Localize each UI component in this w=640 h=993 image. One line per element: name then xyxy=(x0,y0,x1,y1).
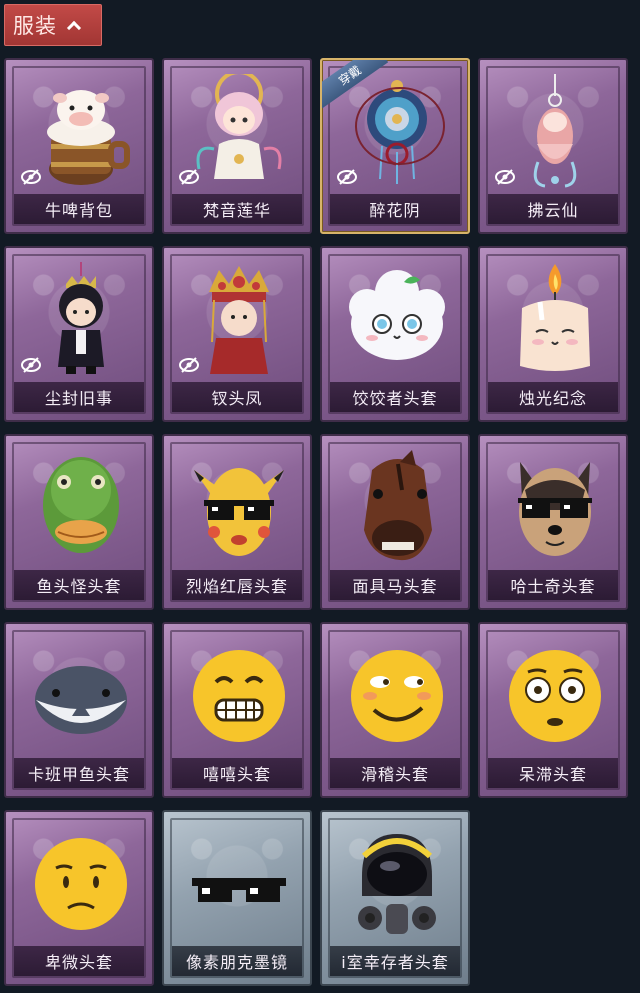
item-name: 像素朋克墨镜 xyxy=(172,946,302,976)
item-card[interactable]: 呆滞头套 xyxy=(478,622,628,798)
item-card[interactable]: 哈士奇头套 xyxy=(478,434,628,610)
smirk-emoji-head-icon xyxy=(342,638,452,756)
item-name: 哈士奇头套 xyxy=(488,570,618,600)
item-card[interactable]: 钗头凤 xyxy=(162,246,312,422)
item-card[interactable]: 穿戴 醉花阴 xyxy=(320,58,470,234)
cloud-fairy-charm-icon xyxy=(500,74,610,192)
whale-head-icon xyxy=(26,638,136,756)
item-name: 卑微头套 xyxy=(14,946,144,976)
grin-emoji-head-icon xyxy=(184,638,294,756)
flower-charm-icon xyxy=(342,74,452,192)
item-name: 尘封旧事 xyxy=(14,382,144,412)
item-name: 鱼头怪头套 xyxy=(14,570,144,600)
section-tab-outfits[interactable]: 服装 xyxy=(4,4,102,46)
section-title: 服装 xyxy=(13,14,57,38)
item-name: 牛啤背包 xyxy=(14,194,144,224)
dark-prince-doll-icon xyxy=(26,262,136,380)
stare-emoji-head-icon xyxy=(500,638,610,756)
item-name: 面具马头套 xyxy=(330,570,460,600)
yellow-mouse-head-icon xyxy=(184,450,294,568)
gas-mask-helmet-icon xyxy=(342,826,452,944)
pixel-sunglasses-icon xyxy=(184,826,294,944)
eye-hidden-icon[interactable] xyxy=(494,166,516,188)
phoenix-crown-doll-icon xyxy=(184,262,294,380)
lotus-character-icon xyxy=(184,70,294,192)
item-name: 饺饺者头套 xyxy=(330,382,460,412)
item-card[interactable]: 卑微头套 xyxy=(4,810,154,986)
item-name: 烈焰红唇头套 xyxy=(172,570,302,600)
item-name: 呆滞头套 xyxy=(488,758,618,788)
item-card[interactable]: i室幸存者头套 xyxy=(320,810,470,986)
eye-hidden-icon[interactable] xyxy=(178,166,200,188)
item-card[interactable]: 像素朋克墨镜 xyxy=(162,810,312,986)
item-name: i室幸存者头套 xyxy=(330,946,460,976)
item-name: 滑稽头套 xyxy=(330,758,460,788)
item-name: 拂云仙 xyxy=(488,194,618,224)
item-name: 烛光纪念 xyxy=(488,382,618,412)
candle-head-icon xyxy=(500,262,610,380)
dumpling-head-icon xyxy=(342,262,452,380)
eye-hidden-icon[interactable] xyxy=(20,354,42,376)
item-name: 钗头凤 xyxy=(172,382,302,412)
item-card[interactable]: 尘封旧事 xyxy=(4,246,154,422)
item-grid: 牛啤背包 梵音莲华 穿戴 醉花阴 拂云仙尘封旧事 钗头凤 饺饺者头套 烛光纪念鱼头怪头套 烈焰红… xyxy=(4,58,628,988)
item-card[interactable]: 烈焰红唇头套 xyxy=(162,434,312,610)
item-card[interactable]: 滑稽头套 xyxy=(320,622,470,798)
husky-head-icon xyxy=(500,450,610,568)
outfit-panel: { "section": { "title": "服装" }, "equippe… xyxy=(0,0,640,993)
item-card[interactable]: 鱼头怪头套 xyxy=(4,434,154,610)
item-card[interactable]: 拂云仙 xyxy=(478,58,628,234)
eye-hidden-icon[interactable] xyxy=(178,354,200,376)
chevron-up-icon xyxy=(66,20,82,36)
item-name: 梵音莲华 xyxy=(172,194,302,224)
item-name: 嘻嘻头套 xyxy=(172,758,302,788)
eye-hidden-icon[interactable] xyxy=(336,166,358,188)
item-card[interactable]: 面具马头套 xyxy=(320,434,470,610)
item-card[interactable]: 牛啤背包 xyxy=(4,58,154,234)
horse-mask-icon xyxy=(342,450,452,568)
item-card[interactable]: 卡班甲鱼头套 xyxy=(4,622,154,798)
fish-head-icon xyxy=(26,450,136,568)
item-name: 醉花阴 xyxy=(330,194,460,224)
item-card[interactable]: 嘻嘻头套 xyxy=(162,622,312,798)
humble-emoji-head-icon xyxy=(26,826,136,944)
item-card[interactable]: 梵音莲华 xyxy=(162,58,312,234)
item-card[interactable]: 饺饺者头套 xyxy=(320,246,470,422)
eye-hidden-icon[interactable] xyxy=(20,166,42,188)
cow-beer-backpack-icon xyxy=(26,74,136,192)
item-card[interactable]: 烛光纪念 xyxy=(478,246,628,422)
item-name: 卡班甲鱼头套 xyxy=(14,758,144,788)
